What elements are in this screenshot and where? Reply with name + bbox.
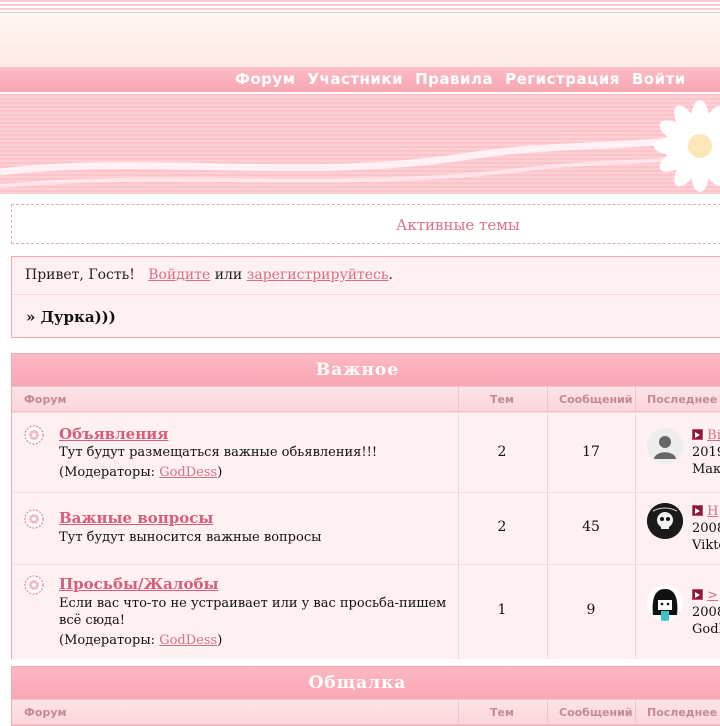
banner [0,94,720,194]
col-topics: Тем [490,706,514,719]
col-last: Последнее с [647,706,720,719]
girl-avatar-icon [647,585,683,621]
column-headers: Форум Тем Сообщений Последнее с [12,386,720,412]
avatar[interactable] [647,503,683,539]
top-stripe [0,0,720,12]
nav-members[interactable]: Участники [307,70,403,88]
user-silhouette-icon [647,428,683,464]
nav-login[interactable]: Войти [632,70,686,88]
header-box [0,12,720,68]
skull-avatar-icon [647,503,683,539]
forum-title-announcements[interactable]: Объявления [59,425,168,443]
last-post-link[interactable]: Вi [707,428,720,443]
forum-flower-icon [24,425,44,445]
col-posts: Сообщений [559,706,633,719]
col-forum: Форум [24,706,67,719]
last-post: Н 2008 Vikto [692,503,720,554]
moderator-link[interactable]: GodDess [159,633,217,648]
col-forum: Форум [24,393,67,406]
goto-arrow-icon[interactable] [692,429,703,440]
current-topic[interactable]: » Дурка))) [26,308,116,326]
forum-moderators: (Модераторы: GodDess) [59,465,223,480]
forum-row: Важные вопросы Тут будут выносится важны… [12,492,720,564]
last-post-date: 2008 [692,521,720,536]
category-important: Важное Форум Тем Сообщений Последнее с О… [11,353,720,659]
last-post-user: Vikto [692,538,720,553]
forum-description: Тут будут размещаться важные обьявления!… [59,445,378,460]
greeting-hello: Привет, Гость! [25,267,135,283]
topics-count: 2 [497,519,507,535]
notice-box [11,204,720,244]
category-title: Общалка [12,667,720,699]
forum-title-important-questions[interactable]: Важные вопросы [59,509,213,527]
col-last: Последнее с [647,393,720,406]
greeting-period: . [388,267,393,283]
posts-count: 45 [582,519,600,535]
topics-count: 2 [497,444,507,460]
banner-art [0,100,720,192]
category-title: Важное [12,354,720,386]
col-topics: Тем [490,393,514,406]
nav-register[interactable]: Регистрация [505,70,620,88]
forum-flower-icon [24,575,44,595]
forum-flower-icon [24,509,44,529]
login-link[interactable]: Войдите [148,267,210,283]
last-post: > 2008 GodI [692,587,720,638]
category-chat: Общалка Форум Тем Сообщений Последнее с [11,666,720,726]
forum-moderators: (Модераторы: GodDess) [59,633,223,648]
avatar[interactable] [647,585,683,621]
forum-description: Если вас что-то не устраивает или у вас … [59,596,447,628]
main-nav: Форум Участники Правила Регистрация Войт… [235,70,686,88]
moderator-link[interactable]: GodDess [159,465,217,480]
forum-description: Тут будут выносится важные вопросы [59,530,322,545]
column-headers: Форум Тем Сообщений Последнее с [12,699,720,725]
nav-rules[interactable]: Правила [415,70,493,88]
forum-row: Просьбы/Жалобы Если вас что-то не устраи… [12,564,720,659]
greeting-line: Привет, Гость! Войдите или зарегистрируй… [25,267,393,283]
last-post-link[interactable]: > [707,588,718,603]
col-posts: Сообщений [559,393,633,406]
goto-arrow-icon[interactable] [692,589,703,600]
last-post-link[interactable]: Н [707,504,718,519]
register-link[interactable]: зарегистрируйтесь [247,267,389,283]
last-post-date: 2008 [692,605,720,620]
avatar[interactable] [647,428,683,464]
topics-count: 1 [497,602,507,618]
last-post-user: GodI [692,622,720,637]
greeting-or: или [214,267,243,283]
active-topics-link[interactable]: Активные темы [396,216,520,234]
daisy-icon [654,100,720,192]
forum-row: Объявления Тут будут размещаться важные … [12,412,720,492]
goto-arrow-icon[interactable] [692,505,703,516]
last-post-date: 2019 [692,445,720,460]
last-post: Вi 2019 Мак [692,427,720,478]
forum-title-requests-complaints[interactable]: Просьбы/Жалобы [59,575,219,593]
last-post-user: Мак [692,462,720,477]
posts-count: 17 [582,444,600,460]
nav-forum[interactable]: Форум [235,70,295,88]
posts-count: 9 [586,602,596,618]
greeting-divider [12,294,720,295]
